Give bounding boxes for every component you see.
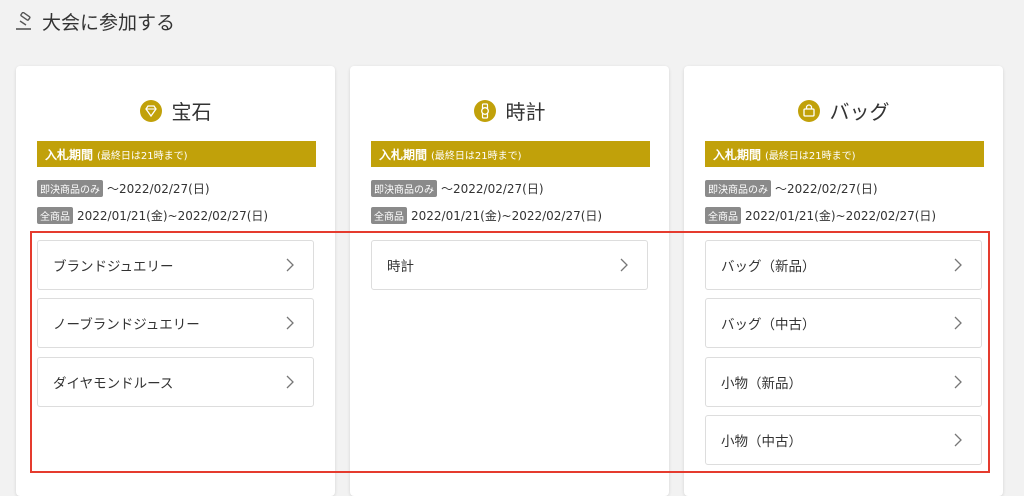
category-button-accessory-used[interactable]: 小物（中古） <box>705 415 982 465</box>
card-title: 宝石 <box>171 100 212 124</box>
all-period-row: 全商品 2022/01/21(金)~2022/02/27(日) <box>37 207 268 224</box>
category-button-nobrand-jewelry[interactable]: ノーブランドジュエリー <box>37 298 314 348</box>
instant-tag: 即決商品のみ <box>705 180 771 197</box>
category-button-diamond-loose[interactable]: ダイヤモンドルース <box>37 357 314 407</box>
page-header: 大会に参加する <box>14 8 175 35</box>
watch-icon <box>473 99 496 122</box>
gem-icon <box>139 99 162 122</box>
all-period: 2022/01/21(金)~2022/02/27(日) <box>745 209 937 223</box>
all-tag: 全商品 <box>705 207 741 224</box>
category-label: ダイヤモンドルース <box>53 376 174 392</box>
bid-period-note: (最終日は21時まで) <box>431 150 522 162</box>
instant-period-row: 即決商品のみ ～2022/02/27(日) <box>37 180 210 197</box>
all-period-row: 全商品 2022/01/21(金)~2022/02/27(日) <box>705 207 936 224</box>
category-label: バッグ（新品） <box>721 259 816 275</box>
category-label: 小物（中古） <box>721 434 802 450</box>
category-card-jewelry: 宝石 入札期間 (最終日は21時まで) 即決商品のみ ～2022/02/27(日… <box>16 66 335 496</box>
bid-period-bar: 入札期間 (最終日は21時まで) <box>705 141 984 167</box>
instant-period: ～2022/02/27(日) <box>107 182 210 196</box>
all-tag: 全商品 <box>37 207 73 224</box>
card-header: バッグ <box>684 96 1003 125</box>
chevron-right-icon <box>954 316 962 330</box>
bid-period-label: 入札期間 <box>45 147 94 162</box>
all-period: 2022/01/21(金)~2022/02/27(日) <box>77 209 269 223</box>
chevron-right-icon <box>286 258 294 272</box>
instant-period-row: 即決商品のみ ～2022/02/27(日) <box>705 180 878 197</box>
chevron-right-icon <box>954 375 962 389</box>
category-button-accessory-new[interactable]: 小物（新品） <box>705 357 982 407</box>
page-title: 大会に参加する <box>42 12 176 34</box>
chevron-right-icon <box>954 258 962 272</box>
category-button-watch[interactable]: 時計 <box>371 240 648 290</box>
bag-icon <box>797 99 820 122</box>
chevron-right-icon <box>286 316 294 330</box>
card-title: バッグ <box>829 100 890 124</box>
card-header: 宝石 <box>16 96 335 125</box>
all-tag: 全商品 <box>371 207 407 224</box>
category-button-bag-new[interactable]: バッグ（新品） <box>705 240 982 290</box>
gavel-icon <box>16 11 31 30</box>
chevron-right-icon <box>286 375 294 389</box>
instant-period: ～2022/02/27(日) <box>775 182 878 196</box>
card-header: 時計 <box>350 96 669 125</box>
all-period-row: 全商品 2022/01/21(金)~2022/02/27(日) <box>371 207 602 224</box>
category-card-watch: 時計 入札期間 (最終日は21時まで) 即決商品のみ ～2022/02/27(日… <box>350 66 669 496</box>
bid-period-bar: 入札期間 (最終日は21時まで) <box>371 141 650 167</box>
bid-period-note: (最終日は21時まで) <box>97 150 188 162</box>
chevron-right-icon <box>620 258 628 272</box>
instant-tag: 即決商品のみ <box>371 180 437 197</box>
bid-period-bar: 入札期間 (最終日は21時まで) <box>37 141 316 167</box>
bid-period-label: 入札期間 <box>379 147 428 162</box>
category-button-bag-used[interactable]: バッグ（中古） <box>705 298 982 348</box>
category-label: ノーブランドジュエリー <box>53 317 200 333</box>
instant-period: ～2022/02/27(日) <box>441 182 544 196</box>
category-button-brand-jewelry[interactable]: ブランドジュエリー <box>37 240 314 290</box>
bid-period-label: 入札期間 <box>713 147 762 162</box>
category-label: ブランドジュエリー <box>53 259 174 275</box>
category-card-bag: バッグ 入札期間 (最終日は21時まで) 即決商品のみ ～2022/02/27(… <box>684 66 1003 496</box>
bid-period-note: (最終日は21時まで) <box>765 150 856 162</box>
category-label: バッグ（中古） <box>721 317 816 333</box>
instant-tag: 即決商品のみ <box>37 180 103 197</box>
instant-period-row: 即決商品のみ ～2022/02/27(日) <box>371 180 544 197</box>
card-title: 時計 <box>505 100 546 124</box>
category-label: 小物（新品） <box>721 376 802 392</box>
category-label: 時計 <box>387 259 414 275</box>
chevron-right-icon <box>954 433 962 447</box>
all-period: 2022/01/21(金)~2022/02/27(日) <box>411 209 603 223</box>
